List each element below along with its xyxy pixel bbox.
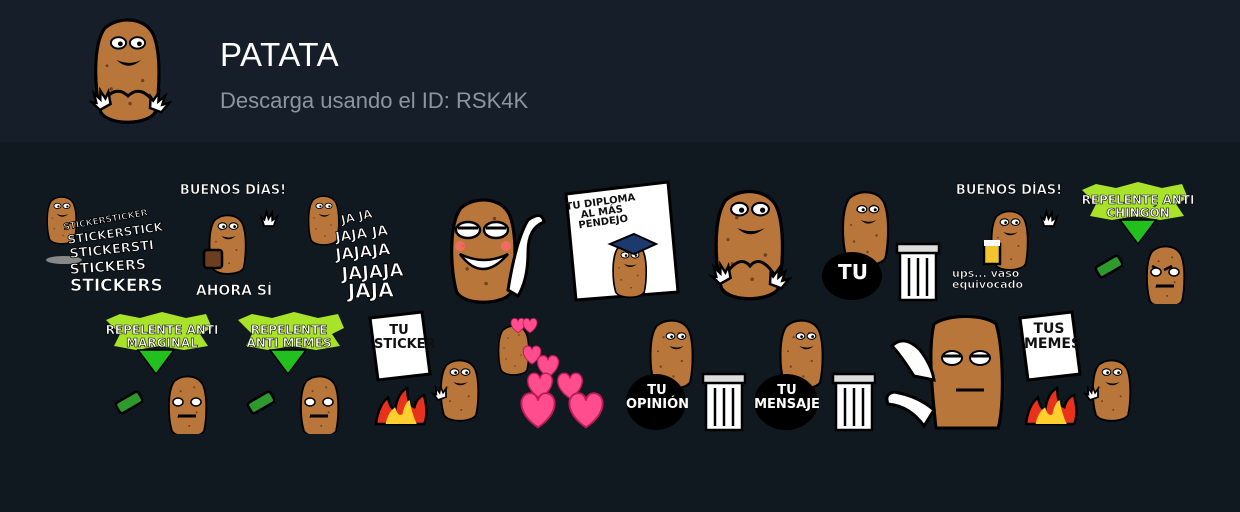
pack-title: PATATA (220, 36, 340, 73)
sticker-caption-top: BUENOS DÍAS! (955, 183, 1063, 198)
sticker-jajaja[interactable]: JA JA JAJA JA JAJAJA JAJAJA JAJA (302, 180, 426, 304)
sticker-caption: TU OPINIÓN (626, 383, 690, 413)
sticker-repellent-marginal[interactable]: REPELENTE ANTI MARGINAL (100, 310, 224, 434)
sticker-caption: REPELENTE ANTI MARGINAL (105, 323, 219, 350)
sticker-burning-tus-memes[interactable]: TUS MEMES (1014, 310, 1138, 434)
sticker-repellent-memes[interactable]: REPELENTE ANTI MEMES (232, 310, 356, 434)
potato-trash-icon (822, 191, 941, 302)
sticker-repellent-chingon[interactable]: REPELENTE ANTI CHINGÓN (1076, 180, 1200, 304)
sticker-caption: TUS MEMES (1024, 321, 1082, 352)
sticker-caption: TU MENSAJE (754, 383, 820, 413)
sticker-caption-top: BUENOS DÍAS! (179, 183, 287, 198)
potato-hearts-icon (497, 317, 604, 429)
sticker-stickers[interactable]: STICKERSTICKER STICKERSTICK STICKERSTI S… (40, 180, 164, 304)
sticker-caption: TU STICKER (374, 323, 436, 352)
sticker-caption: STICKERS (70, 276, 163, 296)
pack-header: PATATA Descarga usando el ID: RSK4K (0, 0, 1240, 142)
sticker-burning-tu-sticker[interactable]: TU STICKER (364, 310, 488, 434)
pack-id-instructions: Descarga usando el ID: RSK4K (220, 88, 529, 113)
sticker-caption: TU (838, 260, 868, 284)
sticker-bored[interactable] (884, 310, 1008, 434)
sticker-caption-bottom: AHORA SÍ (195, 283, 273, 299)
svg-text:JAJA: JAJA (345, 277, 394, 303)
sticker-smug[interactable] (432, 180, 556, 304)
sticker-good-morning-beer[interactable]: BUENOS DÍAS! ups... vaso equivocado (948, 180, 1072, 304)
potato-laughing-icon: JA JA JAJA JA JAJAJA JAJAJA JAJA (307, 195, 405, 303)
sticker-good-morning-coffee[interactable]: BUENOS DÍAS! AHORA SÍ (174, 180, 298, 304)
sticker-diploma[interactable]: TU DIPLOMA AL MÁS PENDEJO (560, 180, 684, 304)
potato-bored-icon (885, 315, 1004, 430)
potato-trash-icon (626, 319, 747, 432)
potato-smug-icon (450, 198, 546, 304)
sticker-trash-tu-opinion[interactable]: TU OPINIÓN (624, 310, 748, 434)
svg-text:JA JA: JA JA (339, 207, 375, 228)
sticker-caption: REPELENTE ANTI MEMES (246, 323, 332, 350)
potato-heart-hands-icon (707, 189, 793, 301)
potato-trash-icon (754, 319, 876, 432)
sticker-trash-tu-mensaje[interactable]: TU MENSAJE (752, 310, 876, 434)
sticker-caption-bottom: ups... vaso equivocado (952, 267, 1024, 291)
sticker-trash-tu[interactable]: TU (818, 180, 942, 304)
sticker-caption: REPELENTE ANTI CHINGÓN (1081, 193, 1195, 220)
sticker-grid: STICKERSTICKER STICKERSTICK STICKERSTI S… (0, 142, 1240, 512)
sticker-hearts[interactable] (494, 310, 618, 434)
potato-heart-hands-icon[interactable] (80, 14, 180, 124)
sticker-heart-hands[interactable] (690, 180, 814, 304)
